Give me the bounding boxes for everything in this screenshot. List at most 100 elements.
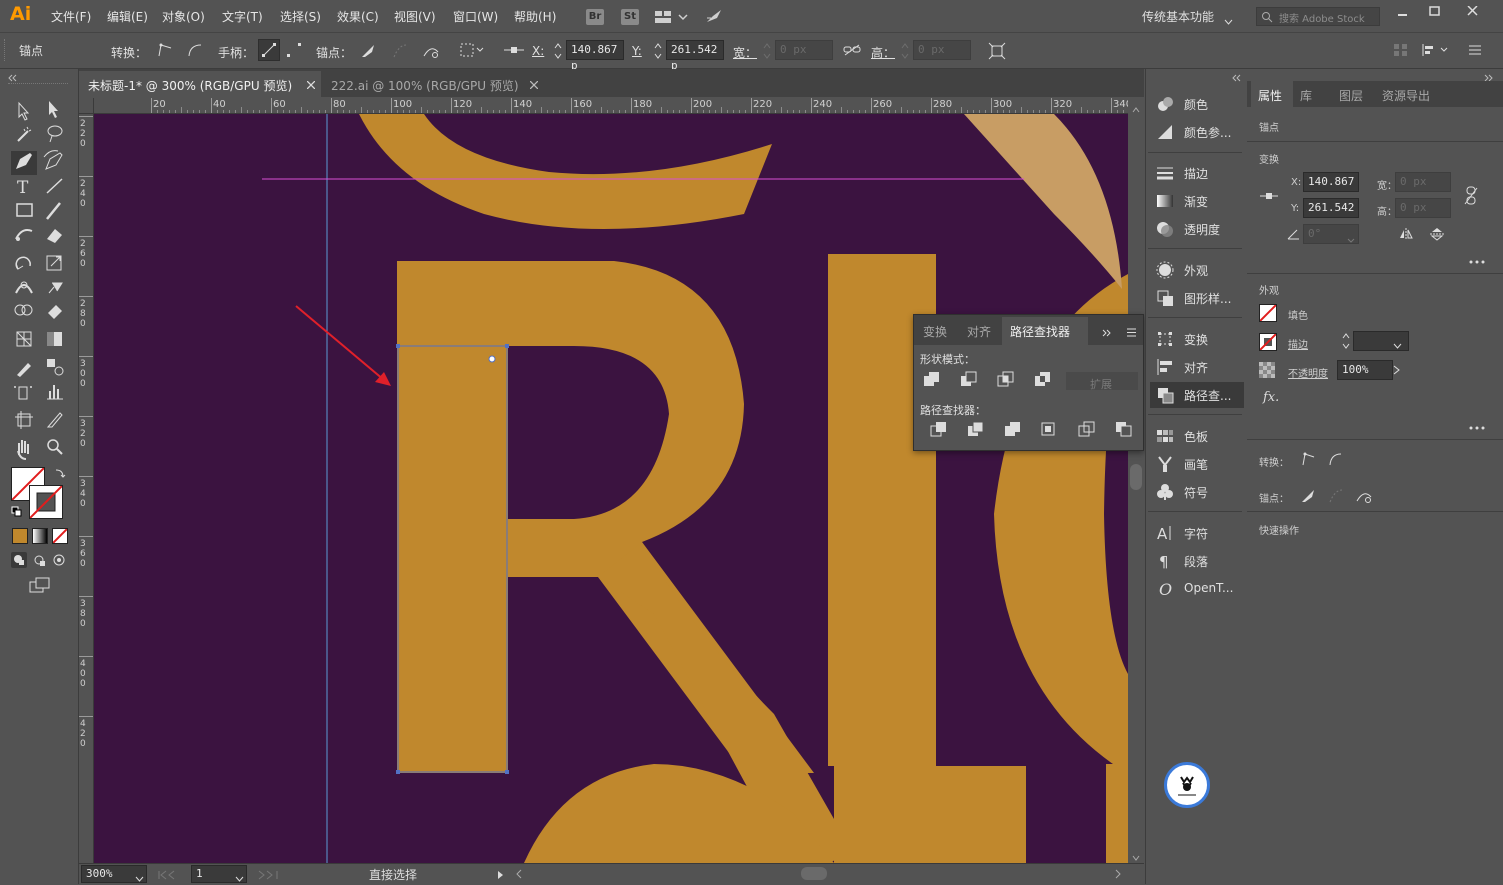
cut-path-icon[interactable] xyxy=(422,42,440,63)
dock-item-color[interactable]: 颜色 xyxy=(1150,91,1244,117)
outline-icon[interactable] xyxy=(1078,421,1095,437)
tab-align[interactable]: 对齐 xyxy=(967,323,991,340)
default-fill-stroke-icon[interactable] xyxy=(11,506,23,521)
close-button[interactable] xyxy=(1467,5,1479,19)
convert-corner-icon[interactable] xyxy=(156,42,174,61)
tab-222[interactable]: 222.ai @ 100% (RGB/GPU 预览) xyxy=(322,71,546,97)
transform-icon[interactable] xyxy=(988,42,1006,63)
dock-item-graphic-styles[interactable]: 图形样... xyxy=(1150,285,1244,311)
exclude-icon[interactable] xyxy=(1035,372,1050,386)
x-field[interactable]: 140.867 p xyxy=(566,40,624,72)
dock-item-swatches[interactable]: 色板 xyxy=(1150,423,1244,449)
rectangle-tool-icon[interactable] xyxy=(16,203,33,217)
chevron-down-icon[interactable] xyxy=(1393,338,1402,352)
y-field[interactable]: 261.542 p xyxy=(666,40,724,72)
isolate-points-icon[interactable] xyxy=(459,42,485,61)
crop-icon[interactable] xyxy=(1041,422,1055,436)
tab-libraries[interactable]: 库 xyxy=(1300,87,1312,104)
eyedropper-tool-icon[interactable] xyxy=(17,363,31,377)
zoom-tool-icon[interactable] xyxy=(47,439,63,455)
flip-vertical-icon[interactable] xyxy=(1429,227,1445,244)
chevron-down-icon[interactable] xyxy=(1132,850,1140,864)
handle-hide-icon[interactable] xyxy=(284,40,304,63)
lasso-tool-icon[interactable] xyxy=(47,125,63,143)
dock-item-transparency[interactable]: 透明度 xyxy=(1150,216,1244,242)
dock-item-transform[interactable]: 变换 xyxy=(1150,326,1244,352)
slice-tool-icon[interactable] xyxy=(46,412,63,428)
stroke-weight-stepper[interactable] xyxy=(1341,331,1351,354)
status-menu-icon[interactable] xyxy=(497,869,505,883)
gradient-tool-icon[interactable] xyxy=(47,332,62,346)
menu-file[interactable]: 文件(F) xyxy=(51,0,91,32)
link-proportions-icon[interactable] xyxy=(1464,186,1478,209)
y-stepper[interactable] xyxy=(653,41,663,64)
canvas-vscrollbar[interactable] xyxy=(1128,98,1144,863)
workspace-switcher[interactable]: 传统基本功能 xyxy=(1142,8,1214,25)
align-anchor-icon[interactable] xyxy=(503,43,525,60)
props-y-field[interactable]: 261.542 xyxy=(1303,198,1359,218)
eraser-tool-icon[interactable] xyxy=(47,229,62,243)
blend-tool-icon[interactable] xyxy=(47,359,64,376)
magic-wand-tool-icon[interactable] xyxy=(17,126,32,142)
column-graph-tool-icon[interactable] xyxy=(47,385,63,400)
chevron-right-icon[interactable] xyxy=(1115,868,1121,882)
first-artboard-icon[interactable] xyxy=(157,869,179,883)
dock-item-color-guide[interactable]: 颜色参... xyxy=(1150,119,1244,145)
symbol-sprayer-tool-icon[interactable] xyxy=(14,386,32,400)
draw-behind-icon[interactable] xyxy=(32,553,48,572)
trim-icon[interactable] xyxy=(968,421,984,436)
dock-item-stroke[interactable]: 描边 xyxy=(1150,160,1244,186)
tab-asset-export[interactable]: 资源导出 xyxy=(1382,87,1430,104)
minimize-button[interactable] xyxy=(1397,6,1409,20)
fx-button[interactable]: fx. xyxy=(1263,390,1279,405)
gradient-mode-icon[interactable] xyxy=(32,528,48,544)
stroke-none-swatch[interactable] xyxy=(1259,333,1277,351)
next-artboard-icon[interactable] xyxy=(257,869,285,883)
more-options-icon[interactable] xyxy=(1469,254,1485,268)
unite-icon[interactable] xyxy=(924,372,939,386)
dock-collapse-icon[interactable] xyxy=(1232,71,1242,85)
tab-untitled[interactable]: 未标题-1* @ 300% (RGB/GPU 预览) xyxy=(79,71,321,97)
menu-view[interactable]: 视图(V) xyxy=(394,0,436,32)
maximize-button[interactable] xyxy=(1429,5,1441,19)
gpu-performance-icon[interactable] xyxy=(705,8,723,27)
dock-item-opentype[interactable]: O OpenT... xyxy=(1150,576,1244,602)
search-stock-field[interactable]: 搜索 Adobe Stock xyxy=(1256,7,1380,26)
stock-button[interactable]: St xyxy=(621,9,639,25)
tab-pathfinder[interactable]: 路径查找器 xyxy=(1002,317,1088,345)
dock-item-character[interactable]: A 字符 xyxy=(1150,520,1244,546)
screen-mode-icon[interactable] xyxy=(29,577,51,596)
none-mode-icon[interactable] xyxy=(52,528,68,544)
props-x-field[interactable]: 140.867 xyxy=(1303,172,1359,192)
intersect-icon[interactable] xyxy=(997,371,1014,387)
tab-transform[interactable]: 变换 xyxy=(923,323,947,340)
cut-path-icon[interactable] xyxy=(1355,487,1373,508)
canvas[interactable] xyxy=(94,114,1128,863)
hand-tool-icon[interactable] xyxy=(17,440,29,460)
draw-inside-icon[interactable] xyxy=(52,553,68,572)
live-paint-tool-icon[interactable] xyxy=(48,305,62,319)
constrain-proportions-icon[interactable] xyxy=(843,43,861,60)
convert-smooth-icon[interactable] xyxy=(1327,451,1343,470)
remove-anchor-icon[interactable] xyxy=(1299,487,1317,508)
artboard-tool-icon[interactable] xyxy=(15,411,33,429)
line-tool-icon[interactable] xyxy=(46,178,63,194)
menu-type[interactable]: 文字(T) xyxy=(222,0,263,32)
selection-tool-icon[interactable] xyxy=(18,101,30,121)
menu-select[interactable]: 选择(S) xyxy=(280,0,321,32)
dock-item-pathfinder[interactable]: 路径查... xyxy=(1150,382,1244,408)
distribute-icon[interactable] xyxy=(1421,43,1451,60)
swap-fill-stroke-icon[interactable] xyxy=(54,467,66,482)
close-icon[interactable] xyxy=(529,78,539,92)
bridge-button[interactable]: Br xyxy=(586,9,604,25)
more-options-icon[interactable] xyxy=(1469,420,1485,434)
handle-show-icon[interactable] xyxy=(258,39,280,61)
width-tool-icon[interactable] xyxy=(15,281,33,294)
hscroll-thumb[interactable] xyxy=(801,867,827,880)
rotate-tool-icon[interactable] xyxy=(15,256,31,270)
x-stepper[interactable] xyxy=(553,41,563,64)
direct-selection-tool-icon[interactable] xyxy=(49,101,58,118)
stroke-swatch[interactable] xyxy=(29,485,63,519)
align-panel-icon[interactable] xyxy=(1393,43,1409,60)
flip-horizontal-icon[interactable] xyxy=(1399,227,1415,244)
